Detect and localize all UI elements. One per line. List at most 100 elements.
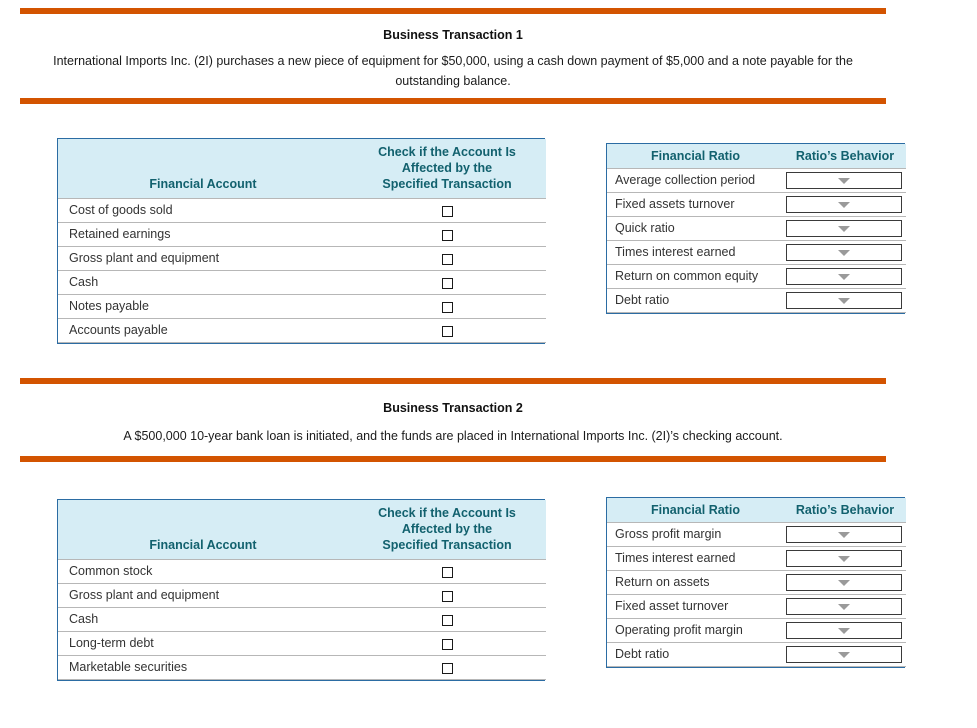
chevron-down-icon (838, 225, 850, 232)
ratios-table-1: Financial Ratio Ratio’s Behavior Average… (606, 143, 906, 314)
ratio-name-label: Fixed asset turnover (615, 599, 729, 613)
account-checkbox-cell[interactable] (348, 294, 546, 319)
column-header-label-line1: Check if the Account Is Affected by the (378, 145, 516, 175)
ratio-behavior-dropdown[interactable] (786, 268, 902, 285)
table-row: Gross plant and equipment (58, 246, 546, 271)
affected-checkbox[interactable] (441, 325, 453, 337)
table-row: Times interest earned (607, 240, 906, 265)
affected-checkbox[interactable] (441, 614, 453, 626)
account-name-label: Cash (69, 275, 99, 289)
ratio-behavior-cell[interactable] (784, 192, 906, 217)
account-checkbox-cell[interactable] (348, 198, 546, 223)
ratio-name-cell: Debt ratio (607, 642, 784, 667)
table-row: Cost of goods sold (58, 198, 546, 223)
affected-checkbox[interactable] (441, 638, 453, 650)
ratio-behavior-cell[interactable] (784, 216, 906, 241)
table-header-row: Financial Account Check if the Account I… (58, 500, 546, 560)
ratio-name-cell: Operating profit margin (607, 618, 784, 643)
ratio-name-label: Return on assets (615, 575, 710, 589)
table-row: Return on assets (607, 570, 906, 595)
ratio-name-cell: Gross profit margin (607, 522, 784, 547)
table-row: Operating profit margin (607, 618, 906, 643)
chevron-down-icon (838, 531, 850, 538)
account-name-cell: Gross plant and equipment (58, 583, 348, 608)
affected-checkbox[interactable] (441, 253, 453, 265)
ratio-behavior-cell[interactable] (784, 240, 906, 265)
ratio-behavior-dropdown[interactable] (786, 292, 902, 309)
account-checkbox-cell[interactable] (348, 246, 546, 271)
ratio-name-cell: Debt ratio (607, 288, 784, 313)
table-row: Notes payable (58, 294, 546, 319)
ratio-behavior-dropdown[interactable] (786, 598, 902, 615)
chevron-down-icon (838, 249, 850, 256)
account-name-label: Cash (69, 612, 99, 626)
ratio-behavior-cell[interactable] (784, 264, 906, 289)
ratio-behavior-cell[interactable] (784, 594, 906, 619)
ratio-name-cell: Return on common equity (607, 264, 784, 289)
table-row: Gross profit margin (607, 522, 906, 547)
ratio-behavior-cell[interactable] (784, 546, 906, 571)
affected-checkbox[interactable] (441, 566, 453, 578)
transaction-1-heading: Business Transaction 1 (383, 28, 523, 42)
chevron-down-icon (838, 579, 850, 586)
ratio-behavior-cell[interactable] (784, 288, 906, 313)
column-header-label: Ratio’s Behavior (795, 503, 895, 517)
chevron-down-icon (838, 177, 850, 184)
table-row: Marketable securities (58, 655, 546, 680)
ratio-name-label: Fixed assets turnover (615, 197, 735, 211)
account-checkbox-cell[interactable] (348, 270, 546, 295)
column-header-label: Financial Ratio (651, 503, 740, 517)
affected-checkbox[interactable] (441, 301, 453, 313)
ratio-behavior-dropdown[interactable] (786, 172, 902, 189)
column-header-label: Financial Ratio (651, 149, 740, 163)
ratio-behavior-dropdown[interactable] (786, 196, 902, 213)
ratio-behavior-cell[interactable] (784, 168, 906, 193)
ratio-behavior-dropdown[interactable] (786, 526, 902, 543)
account-name-label: Gross plant and equipment (69, 251, 220, 265)
account-checkbox-cell[interactable] (348, 318, 546, 343)
transaction-2-heading: Business Transaction 2 (383, 401, 523, 415)
ratio-behavior-cell[interactable] (784, 570, 906, 595)
table-row: Fixed assets turnover (607, 192, 906, 217)
ratio-behavior-cell[interactable] (784, 618, 906, 643)
account-checkbox-cell[interactable] (348, 559, 546, 584)
account-checkbox-cell[interactable] (348, 631, 546, 656)
account-name-cell: Cost of goods sold (58, 198, 348, 223)
ratio-behavior-dropdown[interactable] (786, 622, 902, 639)
ratio-behavior-dropdown[interactable] (786, 550, 902, 567)
affected-checkbox[interactable] (441, 662, 453, 674)
ratio-name-cell: Times interest earned (607, 546, 784, 571)
ratio-behavior-cell[interactable] (784, 522, 906, 547)
account-name-cell: Cash (58, 607, 348, 632)
section-divider-bottom-2 (20, 456, 886, 462)
ratio-behavior-cell[interactable] (784, 642, 906, 667)
column-header-check-affected: Check if the Account Is Affected by the … (348, 139, 546, 199)
account-checkbox-cell[interactable] (348, 607, 546, 632)
account-checkbox-cell[interactable] (348, 583, 546, 608)
account-name-cell: Cash (58, 270, 348, 295)
account-checkbox-cell[interactable] (348, 655, 546, 680)
affected-checkbox[interactable] (441, 229, 453, 241)
chevron-down-icon (838, 627, 850, 634)
account-name-label: Retained earnings (69, 227, 171, 241)
affected-checkbox[interactable] (441, 277, 453, 289)
ratio-behavior-dropdown[interactable] (786, 574, 902, 591)
account-name-label: Common stock (69, 564, 153, 578)
chevron-down-icon (838, 555, 850, 562)
table-row: Quick ratio (607, 216, 906, 241)
ratio-name-cell: Fixed asset turnover (607, 594, 784, 619)
ratios-table-2: Financial Ratio Ratio’s Behavior Gross p… (606, 497, 906, 668)
account-checkbox-cell[interactable] (348, 222, 546, 247)
account-name-label: Notes payable (69, 299, 149, 313)
account-name-label: Gross plant and equipment (69, 588, 220, 602)
section-divider-bottom-1 (20, 98, 886, 104)
table-row: Cash (58, 270, 546, 295)
affected-checkbox[interactable] (441, 205, 453, 217)
table-row: Fixed asset turnover (607, 594, 906, 619)
account-name-cell: Notes payable (58, 294, 348, 319)
ratio-behavior-dropdown[interactable] (786, 646, 902, 663)
ratio-behavior-dropdown[interactable] (786, 244, 902, 261)
chevron-down-icon (838, 603, 850, 610)
affected-checkbox[interactable] (441, 590, 453, 602)
ratio-behavior-dropdown[interactable] (786, 220, 902, 237)
